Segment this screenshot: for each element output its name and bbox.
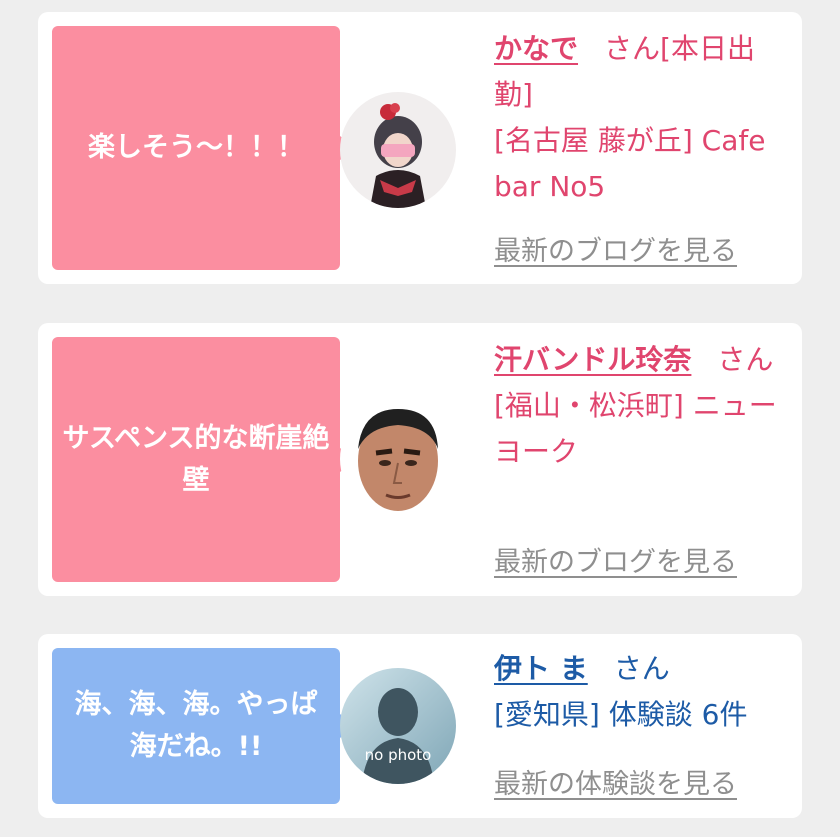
comment-text: 楽しそう～！！！ [88, 132, 304, 163]
name-suffix: さん [717, 343, 774, 376]
comment-text: サスペンス的な断崖絶壁 [62, 422, 330, 496]
comment-bubble: サスペンス的な断崖絶壁 [52, 337, 355, 582]
no-photo-avatar-icon: no photo [340, 668, 456, 784]
name-row: 汗バンドル玲奈 さん [494, 337, 784, 383]
comment-bubble: 海、海、海。やっぱ海だね。!! [52, 648, 355, 804]
review-count-text: [愛知県] 体験談 6件 [494, 698, 748, 731]
name-row: 伊ト まさん [494, 646, 784, 692]
post-card: 海、海、海。やっぱ海だね。!! no photo 伊ト まさん [愛知県] 体験… [38, 634, 802, 818]
comment-bubble: 楽しそう～！！！ [52, 26, 355, 270]
latest-review-link[interactable]: 最新の体験談を見る [494, 762, 737, 801]
person-name-link[interactable]: 伊ト ま [494, 652, 588, 685]
latest-blog-link[interactable]: 最新のブログを見る [494, 229, 737, 268]
person-name-link[interactable]: かなで [494, 32, 578, 65]
post-info: かなで さん[本日出勤] [名古屋 藤が丘] Cafe bar No5 [494, 26, 784, 210]
avatar-photo [340, 92, 456, 208]
avatar[interactable] [340, 92, 456, 208]
avatar[interactable] [340, 401, 456, 517]
post-info: 汗バンドル玲奈 さん [福山・松浜町] ニューヨーク [494, 337, 784, 475]
post-info: 伊ト まさん [愛知県] 体験談 6件 [494, 646, 784, 738]
latest-blog-link[interactable]: 最新のブログを見る [494, 540, 737, 579]
post-card: サスペンス的な断崖絶壁 汗バンドル玲奈 さん [福山・松浜町] ニューヨーク 最新… [38, 323, 802, 596]
comment-text: 海、海、海。やっぱ海だね。!! [74, 689, 318, 762]
post-card: 楽しそう～！！！ かなで さん[本日出勤] [名古屋 藤が丘] Cafe bar … [38, 12, 802, 284]
location-text: [福山・松浜町] ニューヨーク [494, 389, 777, 468]
avatar-photo [340, 401, 456, 517]
name-row: かなで さん[本日出勤] [494, 26, 784, 118]
avatar[interactable]: no photo [340, 668, 456, 784]
no-photo-caption: no photo [365, 746, 432, 764]
location-text: [名古屋 藤が丘] Cafe bar No5 [494, 124, 766, 203]
person-name-link[interactable]: 汗バンドル玲奈 [494, 343, 691, 376]
name-suffix: さん [613, 652, 670, 685]
